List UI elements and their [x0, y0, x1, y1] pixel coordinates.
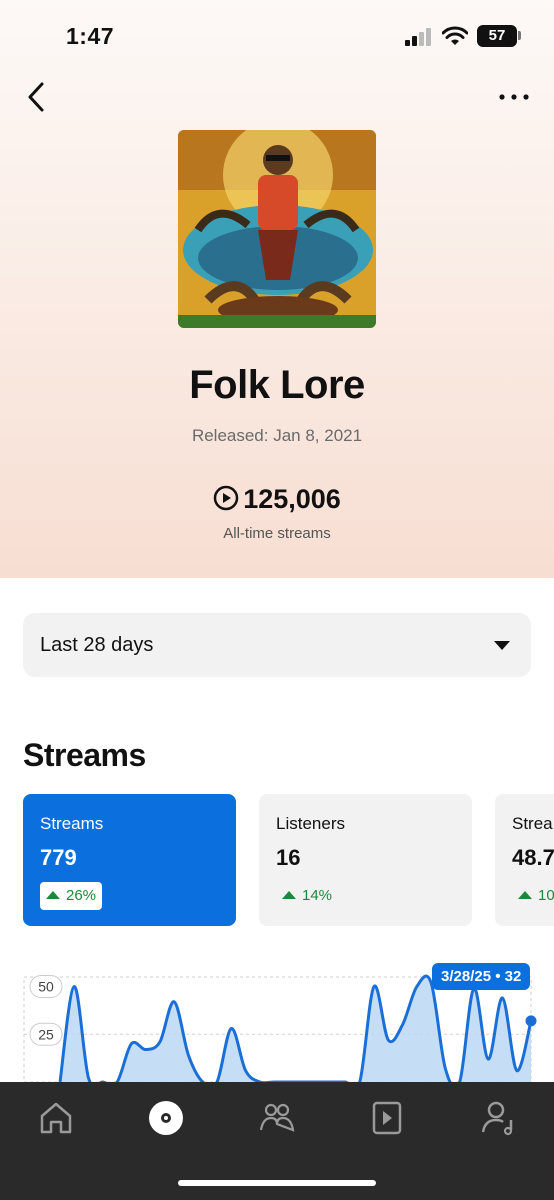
- all-time-streams: 125,006: [0, 484, 554, 515]
- metric-delta-value: 26%: [66, 887, 97, 904]
- status-bar: 1:47 57: [0, 0, 554, 70]
- cellular-signal-icon: [405, 28, 431, 46]
- catalog-disc-icon[interactable]: [144, 1096, 188, 1140]
- more-dots-icon[interactable]: [496, 86, 532, 108]
- video-icon[interactable]: [365, 1096, 409, 1140]
- metric-card-listeners[interactable]: Listeners 16 14%: [259, 794, 472, 926]
- all-time-streams-value: 125,006: [243, 484, 341, 514]
- metric-delta: 26%: [40, 882, 103, 910]
- chart-tooltip: 3/28/25 • 32: [432, 963, 531, 990]
- metric-card-streams-per-listener[interactable]: Strea 48.7 10: [495, 794, 554, 926]
- album-cover: [178, 130, 376, 328]
- metric-delta: 10: [512, 882, 554, 910]
- metric-label: Streams: [40, 814, 104, 833]
- metric-value: 48.7: [512, 845, 554, 870]
- release-title: Folk Lore: [189, 363, 365, 407]
- metric-value: 16: [276, 845, 301, 870]
- metric-label: Strea: [512, 814, 553, 833]
- play-circle-icon: [213, 485, 239, 511]
- y-tick-label: 25: [38, 1026, 54, 1042]
- section-title: Streams: [23, 737, 146, 773]
- release-stats-screen: 1:47 57 Folk Lore Released: Jan 8, 2021 …: [0, 0, 554, 1200]
- y-tick-label: 50: [38, 979, 54, 995]
- metric-delta-value: 14%: [302, 887, 333, 904]
- metric-delta-value: 10: [538, 887, 554, 904]
- home-indicator: [178, 1180, 376, 1186]
- triangle-up-icon: [282, 891, 296, 899]
- wifi-icon: [442, 26, 468, 45]
- profile-music-icon[interactable]: [477, 1096, 521, 1140]
- date-range-value: Last 28 days: [40, 634, 154, 656]
- metric-delta: 14%: [276, 882, 338, 910]
- triangle-up-icon: [518, 891, 532, 899]
- metric-value: 779: [40, 845, 77, 870]
- chart-area-fill: [60, 976, 531, 1082]
- home-icon[interactable]: [34, 1096, 78, 1140]
- audience-icon[interactable]: [255, 1096, 299, 1140]
- chart-highlight-point: [525, 1015, 537, 1027]
- date-range-dropdown[interactable]: Last 28 days: [23, 613, 531, 677]
- chart-frame: [23, 976, 532, 1082]
- chevron-left-icon[interactable]: [22, 80, 52, 114]
- metric-card-streams[interactable]: Streams 779 26%: [23, 794, 236, 926]
- release-date: Released: Jan 8, 2021: [191, 426, 363, 445]
- status-time: 1:47: [66, 23, 115, 49]
- triangle-up-icon: [46, 891, 60, 899]
- battery-indicator: 57: [477, 25, 517, 47]
- all-time-streams-caption: All-time streams: [223, 525, 331, 542]
- metric-label: Listeners: [276, 814, 345, 833]
- caret-down-icon: [494, 641, 510, 650]
- battery-cap: [518, 31, 521, 40]
